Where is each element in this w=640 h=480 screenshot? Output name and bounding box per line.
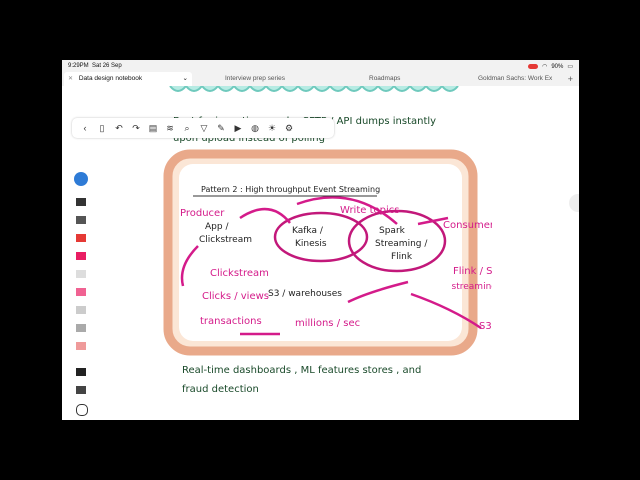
label-write-topics: Write topics xyxy=(340,205,399,216)
status-right: ◠ 90% ▭ xyxy=(528,63,573,70)
tab-interview-prep[interactable]: Interview prep series xyxy=(225,72,285,86)
globe-icon[interactable]: ◍ xyxy=(248,121,262,135)
side-handle[interactable] xyxy=(569,194,579,212)
chevron-down-icon[interactable]: ⌄ xyxy=(183,72,188,86)
redo-icon[interactable]: ↷ xyxy=(129,121,143,135)
label-clicks-views: Clicks / views xyxy=(202,291,269,302)
label-spark: Spark xyxy=(379,226,406,236)
search-icon[interactable]: ⌕ xyxy=(180,121,194,135)
label-kinesis: Kinesis xyxy=(295,239,327,249)
active-pen-button[interactable] xyxy=(74,172,88,186)
label-app: App / xyxy=(205,222,229,232)
play-icon[interactable]: ▶ xyxy=(231,121,245,135)
notebook-canvas[interactable]: Best for ingesting vendor SFTP / API dum… xyxy=(62,84,579,420)
wifi-icon: ◠ xyxy=(542,64,548,70)
battery-level: 90% xyxy=(551,63,564,70)
pen-grey-2[interactable] xyxy=(76,324,86,332)
recording-icon xyxy=(528,64,539,69)
footer-line-1: Real-time dashboards , ML features store… xyxy=(182,365,421,376)
label-millions: millions / sec xyxy=(295,318,360,329)
label-s3: S3 xyxy=(479,321,492,332)
pen-grey-1[interactable] xyxy=(76,216,86,224)
settings-icon[interactable]: ⚙ xyxy=(282,121,296,135)
status-time: 9:29PM Sat 26 Sep xyxy=(68,63,122,69)
pen-black-2[interactable] xyxy=(76,368,86,376)
tab-roadmaps[interactable]: Roadmaps xyxy=(369,72,400,86)
pen-black-3[interactable] xyxy=(76,386,86,394)
floating-toolbar: ‹ ▯ ↶ ↷ ▤ ≋ ⌕ ▽ ✎ ▶ ◍ ☀ ⚙ xyxy=(72,118,334,138)
pattern-title: Pattern 2 : High throughput Event Stream… xyxy=(201,185,380,194)
label-clickstream-app: Clickstream xyxy=(199,235,252,245)
label-kafka: Kafka / xyxy=(292,226,324,236)
notebook-tabs: ✕ Data design notebook ⌄ Interview prep … xyxy=(62,72,579,86)
label-flink-spark: Flink / Spark xyxy=(453,266,492,277)
footer-line-2: fraud detection xyxy=(182,384,259,395)
label-producer: Producer xyxy=(180,208,225,219)
tab-goldman-sachs[interactable]: Goldman Sachs: Work Ex xyxy=(478,72,552,86)
pen-toolbar xyxy=(74,172,88,416)
label-consumer: Consumer xyxy=(443,220,492,231)
pen-light[interactable] xyxy=(76,306,86,314)
undo-icon[interactable]: ↶ xyxy=(112,121,126,135)
label-streaming: streaming xyxy=(452,282,492,292)
bookmark-icon[interactable]: ▽ xyxy=(197,121,211,135)
close-tab-icon[interactable]: ✕ xyxy=(68,76,73,82)
lasso-icon[interactable] xyxy=(76,404,88,416)
layers-icon[interactable]: ≋ xyxy=(163,121,177,135)
label-clickstream: Clickstream xyxy=(210,268,269,279)
pen-black-1[interactable] xyxy=(76,198,86,206)
highlighter-pink[interactable] xyxy=(76,288,86,296)
brush-icon[interactable]: ✎ xyxy=(214,121,228,135)
status-bar: 9:29PM Sat 26 Sep ◠ 90% ▭ xyxy=(62,60,579,72)
label-spark-streaming: Streaming / xyxy=(375,239,428,249)
tab-data-design-notebook[interactable]: ✕ Data design notebook ⌄ xyxy=(64,72,192,86)
ipad-screen: 9:29PM Sat 26 Sep ◠ 90% ▭ ✕ Data design … xyxy=(62,60,579,420)
pen-pink[interactable] xyxy=(76,252,86,260)
battery-icon: ▭ xyxy=(567,64,573,70)
lightbulb-icon[interactable]: ☀ xyxy=(265,121,279,135)
back-icon[interactable]: ‹ xyxy=(78,121,92,135)
label-s3-warehouses: S3 / warehouses xyxy=(268,289,342,299)
pen-red[interactable] xyxy=(76,234,86,242)
add-tab-button[interactable]: + xyxy=(568,72,573,86)
sidebar-icon[interactable]: ▯ xyxy=(95,121,109,135)
label-transactions: transactions xyxy=(200,316,262,327)
page-icon[interactable]: ▤ xyxy=(146,121,160,135)
label-flink: Flink xyxy=(391,252,413,262)
pen-white[interactable] xyxy=(76,270,86,278)
pen-salmon[interactable] xyxy=(76,342,86,350)
